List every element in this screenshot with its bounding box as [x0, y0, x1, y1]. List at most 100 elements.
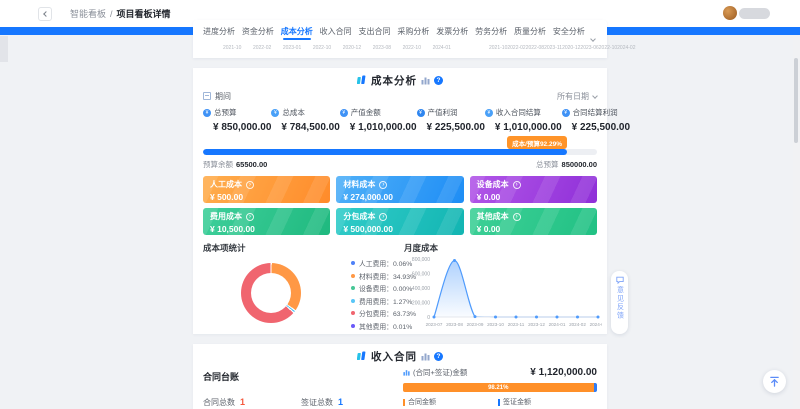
cost-card-label: 设备成本 [477, 179, 509, 190]
cost-card-label-row: 设备成本› [477, 179, 590, 190]
coin-icon: ¥ [485, 109, 493, 117]
cost-card-label: 人工成本 [210, 179, 242, 190]
visa-amount-segment [594, 383, 597, 392]
tabs-overflow-chevron-down-icon[interactable] [591, 28, 601, 38]
legend-dot [351, 274, 355, 278]
cost-card[interactable]: 设备成本› ¥ 0.00 [470, 176, 597, 203]
cost-card[interactable]: 人工成本›¥ 500.00 [203, 176, 330, 203]
cost-card-label: 材料成本 [343, 179, 375, 190]
chat-bubble-icon [616, 276, 624, 284]
scrollbar-thumb[interactable] [794, 58, 798, 143]
legend-dot [351, 286, 355, 290]
back-to-top-button[interactable] [763, 370, 786, 393]
cost-metric: ¥总预算 ¥ 850,000.00 [203, 107, 271, 133]
income-body: 合同台账 合同总数1签证总数1 (合同+签证)金额 ¥ 1,120,000.00… [203, 367, 597, 409]
cost-card-value: ¥ 10,500.00 [210, 224, 323, 234]
help-icon[interactable]: ? [434, 76, 443, 85]
breadcrumb: 智能看板 / 项目看板详情 [70, 7, 171, 20]
legend-dot [351, 299, 355, 303]
cost-card-value: ¥ 500,000.00 [343, 224, 456, 234]
svg-text:0: 0 [427, 315, 430, 321]
svg-text:2024-02: 2024-02 [569, 322, 586, 327]
scrolled-chart-axis-remnants: 2021-102022-022023-012022-102020-122023-… [193, 41, 607, 51]
mini-chart-icon[interactable] [421, 76, 430, 85]
period-label-group: 期间 [203, 91, 231, 102]
cost-card-label-row: 分包成本› [343, 211, 456, 222]
budget-badge-row: 成本/预算92.29% [203, 136, 597, 149]
cost-card-label-row: 费用成本› [210, 211, 323, 222]
breadcrumb-current: 项目看板详情 [117, 7, 171, 20]
metric-label-row: ¥总成本 [271, 107, 339, 118]
tab-item[interactable]: 发票分析 [436, 22, 468, 40]
cost-charts-row: 成本项统计 人工费用：0.06%材料费用：34.93%设备费用：0.00%费用费… [203, 242, 597, 334]
svg-text:2023-11: 2023-11 [508, 322, 525, 327]
mini-chart-icon[interactable] [421, 352, 430, 361]
date-filter-dropdown[interactable]: 所有日期 [557, 91, 597, 102]
section-flag-icon [357, 351, 367, 361]
user-avatar[interactable] [723, 6, 737, 20]
axis-date-label: 2022-02 [253, 45, 271, 51]
back-button[interactable] [38, 7, 52, 21]
cost-card[interactable]: 其他成本 › ¥ 0.00 [470, 208, 597, 235]
axis-dates-left: 2021-102022-022023-012022-102020-122023-… [223, 45, 451, 51]
metric-label-row: ¥收入合同结算 [485, 107, 562, 118]
axis-date-label: 2021-10 [489, 45, 507, 51]
cost-budget-ratio-badge: 成本/预算92.29% [507, 136, 567, 149]
contract-ledger-block: 合同台账 合同总数1签证总数1 [203, 367, 403, 409]
arrow-right-circle-icon: › [246, 213, 254, 221]
date-filter-value: 所有日期 [557, 91, 589, 102]
cost-card-value: ¥ 500.00 [210, 192, 323, 202]
metric-value: ¥ 1,010,000.00 [350, 122, 417, 133]
bar-legend-label-row: 合同金额 [403, 397, 498, 407]
monthly-cost-chart: 月度成本 0200,000400,000600,000800,0002023-0… [400, 242, 597, 334]
tab-item[interactable]: 劳务分析 [475, 22, 507, 40]
svg-text:2024-01: 2024-01 [549, 322, 566, 327]
tab-item[interactable]: 安全分析 [553, 22, 585, 40]
arrow-right-circle-icon: › [513, 213, 521, 221]
metric-label-row: ¥总预算 [203, 107, 271, 118]
cost-card-label: 其他成本 [477, 211, 509, 222]
legend-bar-marker [498, 399, 500, 406]
axis-date-label: 2020-12 [562, 45, 580, 51]
feedback-side-widget[interactable]: 意见反馈 [611, 271, 628, 334]
axis-date-label: 2021-10 [223, 45, 241, 51]
tab-item[interactable]: 收入合同 [320, 22, 352, 40]
budget-progress-labels: 预算余额65500.00 总预算850000.00 [203, 159, 597, 170]
cost-card-value: ¥ 0.00 [477, 224, 590, 234]
coin-icon: ¥ [340, 109, 348, 117]
stat-label: 合同总数 [203, 397, 235, 408]
axis-date-label: 2022-10 [313, 45, 331, 51]
metric-label: 产值金额 [351, 107, 381, 118]
tab-item[interactable]: 成本分析 [281, 22, 313, 40]
feedback-label: 意见反馈 [615, 286, 625, 320]
axis-date-label: 2024-02 [617, 45, 635, 51]
cost-card[interactable]: 分包成本› ¥ 500,000.00 [336, 208, 463, 235]
metric-label-row: ¥产值金额 [340, 107, 417, 118]
tab-item[interactable]: 进度分析 [203, 22, 235, 40]
axis-date-label: 2022-10 [403, 45, 421, 51]
tab-item[interactable]: 资金分析 [242, 22, 274, 40]
metric-label: 合同结算利润 [573, 107, 618, 118]
cost-card[interactable]: 材料成本›¥ 274,000.00 [336, 176, 463, 203]
user-name-pill[interactable] [739, 8, 770, 19]
ledger-stats: 合同总数1签证总数1 [203, 397, 403, 408]
svg-text:2024-03: 2024-03 [590, 322, 602, 327]
ledger-stat: 签证总数1 [301, 397, 343, 408]
metric-label-row: ¥合同结算利润 [562, 107, 630, 118]
tab-item[interactable]: 质量分析 [514, 22, 546, 40]
breadcrumb-root[interactable]: 智能看板 [70, 7, 106, 20]
legend-bar-marker [403, 399, 405, 406]
legend-dot [351, 261, 355, 265]
axis-date-label: 2024-01 [433, 45, 451, 51]
svg-text:800,000: 800,000 [412, 257, 430, 263]
svg-text:2023-09: 2023-09 [467, 322, 484, 327]
metric-value: ¥ 850,000.00 [213, 122, 271, 133]
help-icon[interactable]: ? [434, 352, 443, 361]
tab-item[interactable]: 采购分析 [397, 22, 429, 40]
cost-card-value: ¥ 0.00 [477, 192, 590, 202]
cost-section-title-row: 成本分析 ? [203, 72, 597, 88]
tab-item[interactable]: 支出合同 [359, 22, 391, 40]
section-flag-icon [357, 75, 367, 85]
cost-card[interactable]: 费用成本› ¥ 10,500.00 [203, 208, 330, 235]
axis-date-label: 2022-02 [507, 45, 525, 51]
